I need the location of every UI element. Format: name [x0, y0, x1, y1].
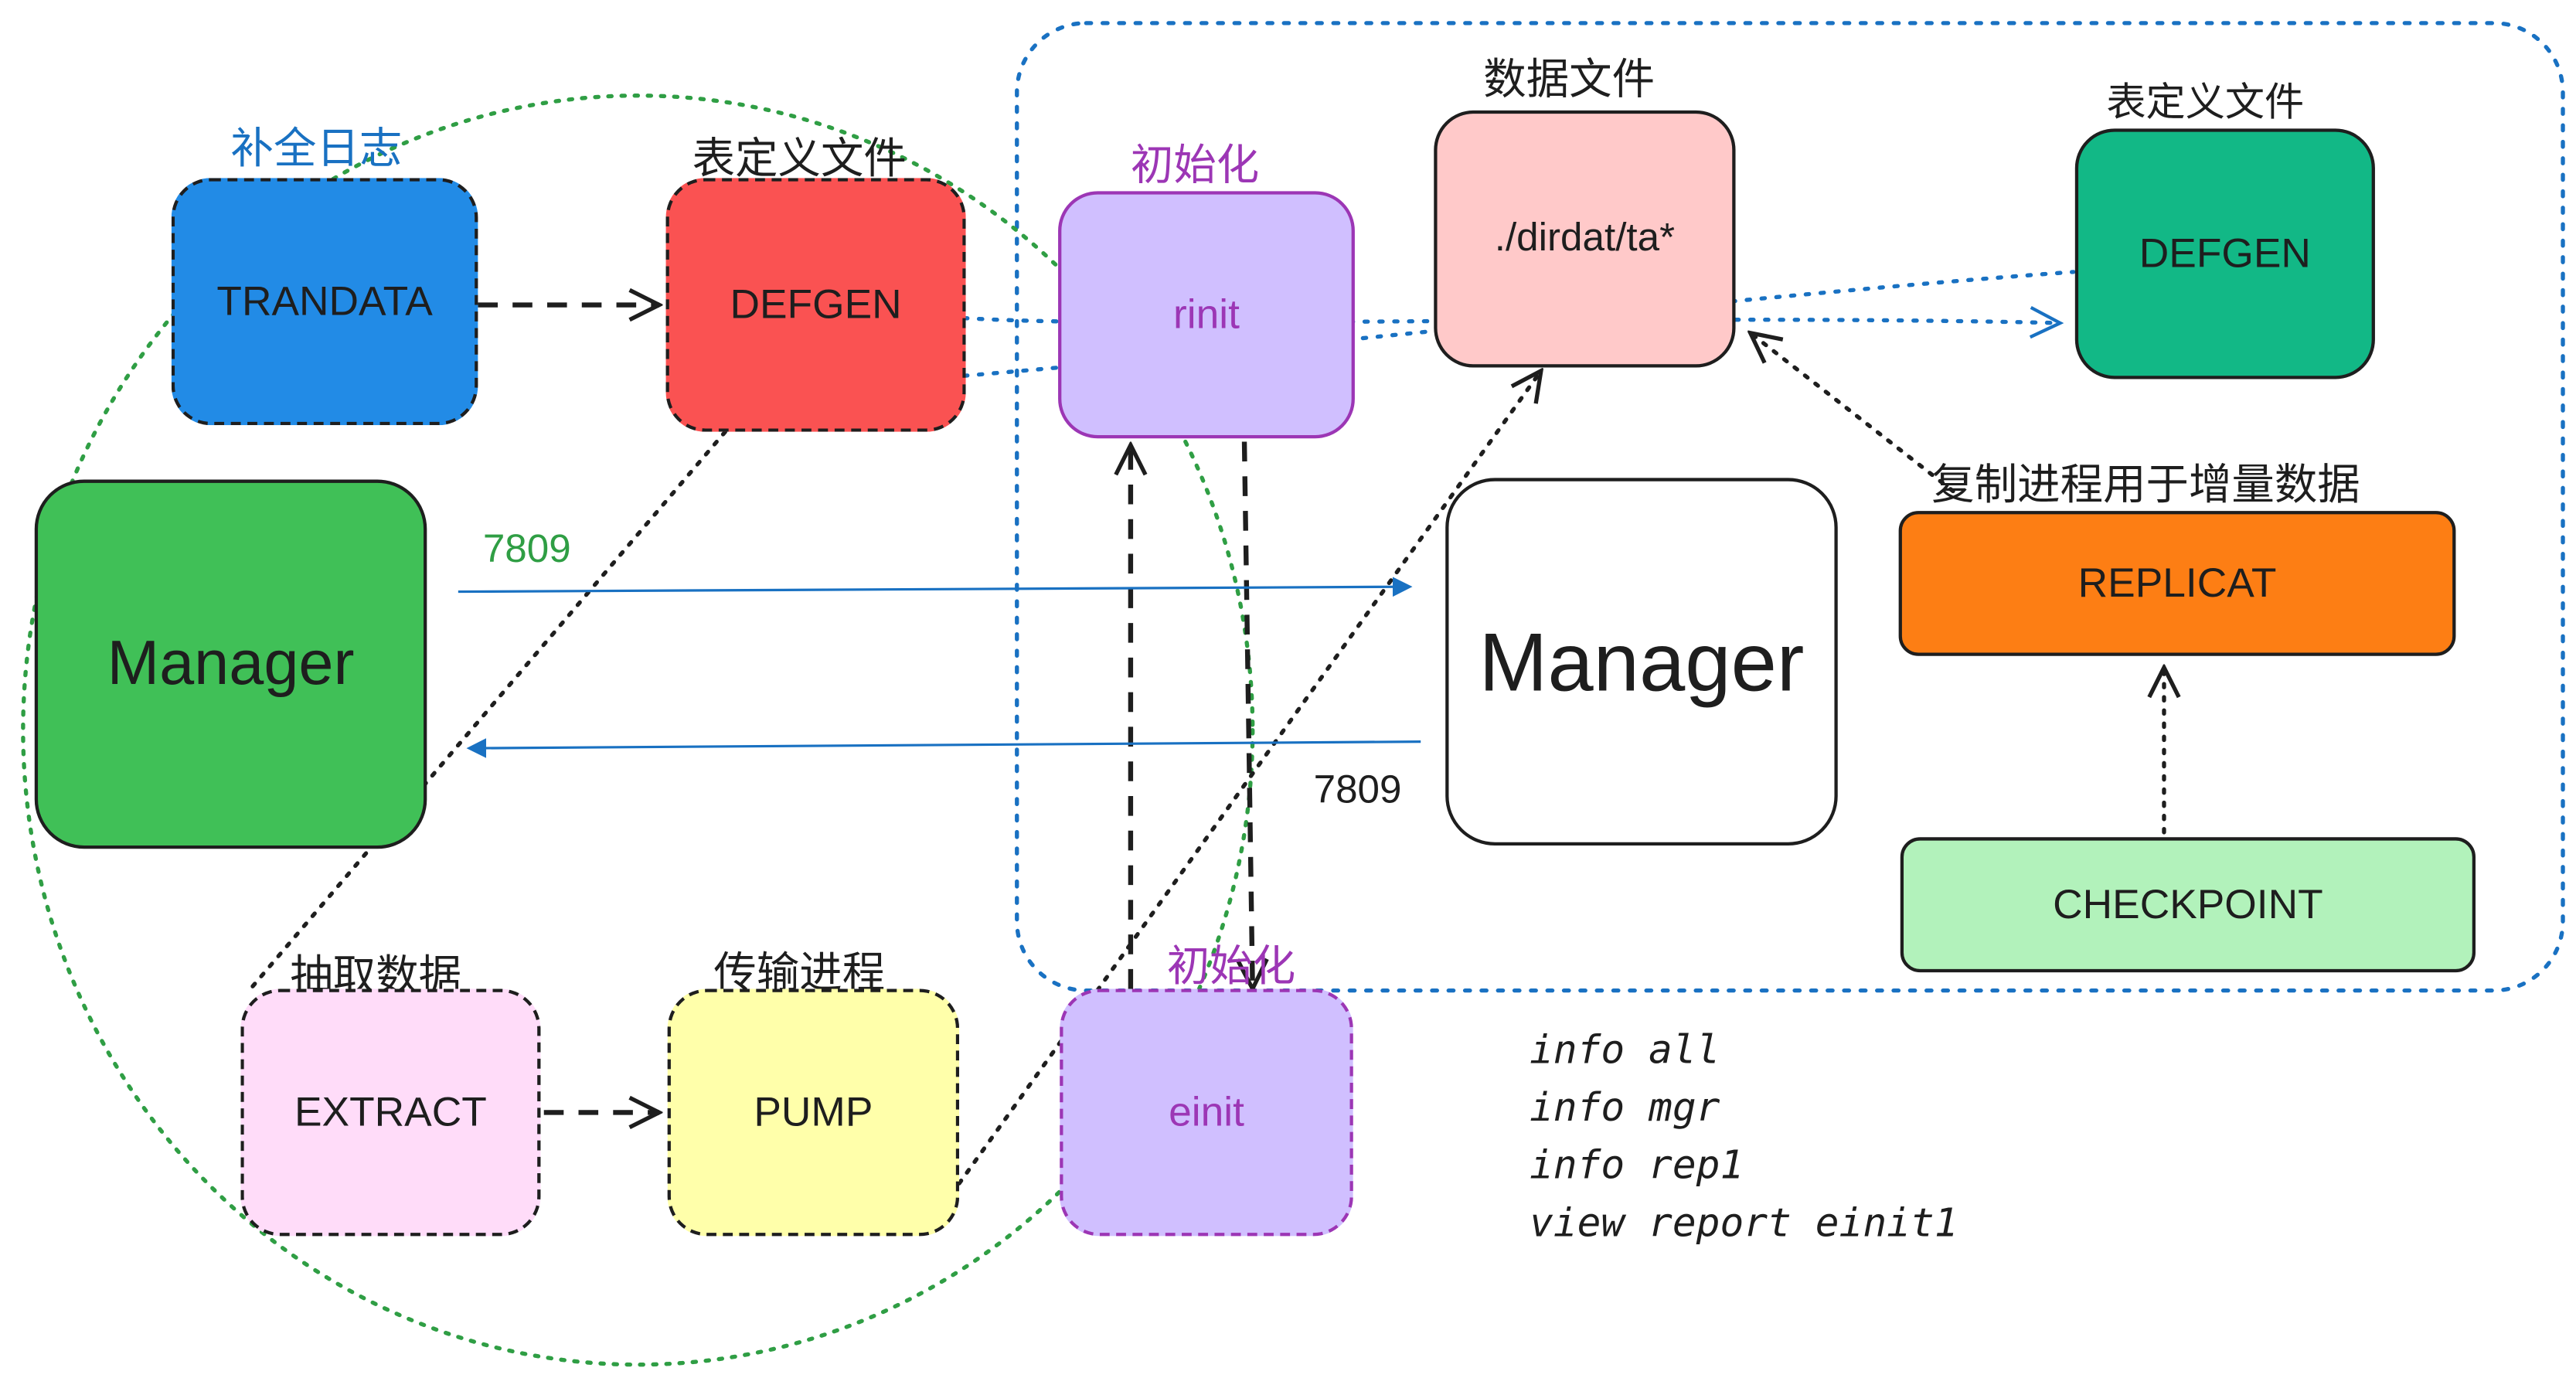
source-defgen-label: DEFGEN: [730, 281, 902, 328]
datafile-node[interactable]: ./dirdat/ta*: [1434, 110, 1736, 368]
target-manager-node[interactable]: Manager: [1445, 478, 1838, 846]
port-to-source-label: 7809: [1313, 767, 1402, 813]
target-manager-label: Manager: [1479, 615, 1805, 708]
rinit-label: rinit: [1173, 291, 1240, 338]
command-list: info all info mgr info rep1 view report …: [1530, 1022, 1958, 1253]
einit-node[interactable]: einit: [1060, 988, 1353, 1237]
checkpoint-node[interactable]: CHECKPOINT: [1900, 837, 2476, 973]
datafile-label: ./dirdat/ta*: [1494, 216, 1676, 260]
replicat-label: REPLICAT: [2077, 559, 2277, 606]
trandata-caption: 补全日志: [230, 123, 403, 173]
pump-label: PUMP: [754, 1088, 873, 1135]
rinit-caption: 初始化: [1130, 140, 1260, 190]
extract-node[interactable]: EXTRACT: [240, 988, 541, 1237]
source-manager-node[interactable]: Manager: [34, 479, 427, 849]
pump-node[interactable]: PUMP: [667, 988, 960, 1237]
arrow-manager-to-target-manager: [458, 577, 1413, 597]
einit-label: einit: [1169, 1088, 1244, 1135]
arrow-replicat-to-datafile: [1751, 333, 1955, 494]
einit-caption: 初始化: [1166, 941, 1296, 991]
source-defgen-node[interactable]: DEFGEN: [665, 178, 966, 432]
command-info-all: info all: [1529, 1026, 1720, 1073]
replicat-caption: 复制进程用于增量数据: [1931, 459, 2360, 509]
arrow-target-manager-to-manager: [466, 738, 1421, 758]
target-defgen-label: DEFGEN: [2139, 230, 2311, 277]
target-defgen-node[interactable]: DEFGEN: [2074, 128, 2375, 379]
arrow-rinit-to-einit: [1244, 441, 1253, 989]
trandata-node[interactable]: TRANDATA: [171, 178, 478, 426]
datafile-caption: 数据文件: [1483, 54, 1656, 104]
source-defgen-caption: 表定义文件: [692, 133, 907, 183]
target-defgen-caption: 表定义文件: [2106, 80, 2305, 126]
rinit-node[interactable]: rinit: [1058, 191, 1355, 439]
oracle-goldengate-diagram: 补全日志 TRANDATA 表定义文件 DEFGEN Manager 7809 …: [0, 0, 2576, 1378]
replicat-node[interactable]: REPLICAT: [1898, 511, 2456, 656]
extract-label: EXTRACT: [294, 1088, 487, 1135]
source-manager-label: Manager: [107, 628, 355, 699]
command-info-rep1: info rep1: [1529, 1142, 1744, 1189]
command-view-report: view report einit1: [1529, 1199, 1958, 1247]
port-to-target-label: 7809: [482, 527, 571, 572]
trandata-label: TRANDATA: [216, 277, 433, 325]
command-info-mgr: info mgr: [1529, 1084, 1720, 1131]
checkpoint-label: CHECKPOINT: [2053, 880, 2323, 927]
